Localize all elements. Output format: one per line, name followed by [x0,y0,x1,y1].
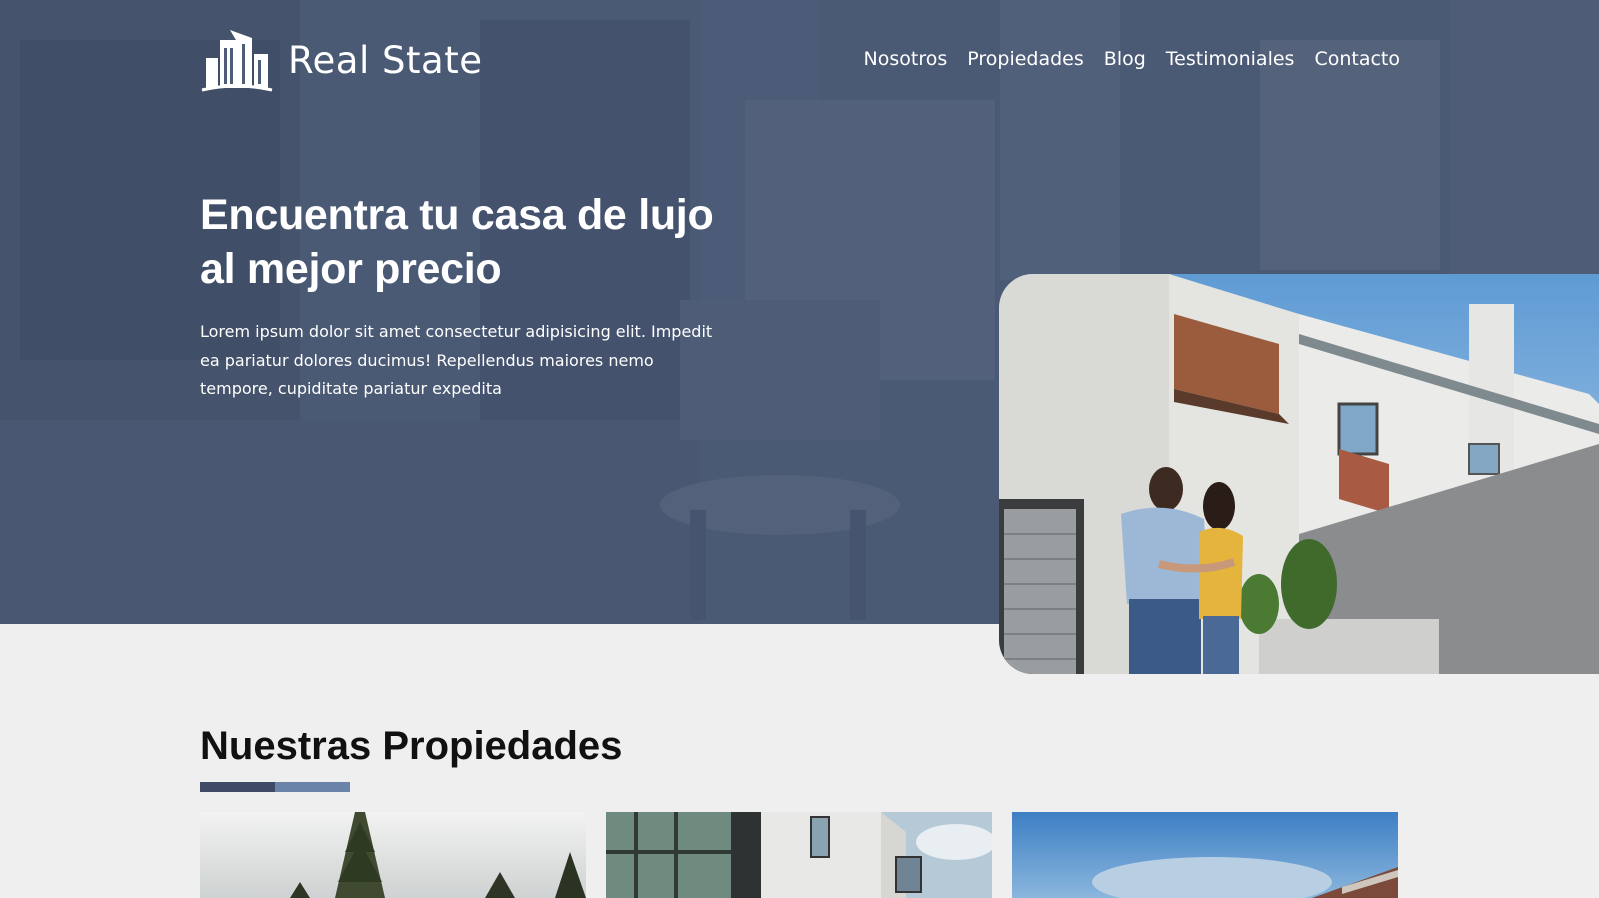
logo-link[interactable]: Real State [200,28,482,92]
nav-item-nosotros[interactable]: Nosotros [864,48,948,70]
property-card-1[interactable] [200,812,586,898]
forest-house-photo [200,812,586,898]
main-nav: Nosotros Propiedades Blog Testimoniales … [864,48,1400,70]
brand-name: Real State [288,38,483,82]
property-card-3[interactable] [1012,812,1398,898]
nav-item-propiedades[interactable]: Propiedades [967,48,1084,70]
site-header: Real State Nosotros Propiedades Blog Tes… [200,28,1400,92]
buildings-icon [201,30,273,92]
nav-item-contacto[interactable]: Contacto [1314,48,1400,70]
underline-dark [200,782,275,792]
hero-description: Lorem ipsum dolor sit amet consectetur a… [200,322,713,398]
section-title-light: Nuestras [200,724,372,768]
nav-item-blog[interactable]: Blog [1104,48,1146,70]
hero-house-photo [999,274,1599,674]
hero-title: Encuentra tu casa de lujo al mejor preci… [200,191,714,293]
property-card-2[interactable] [606,812,992,898]
sky-house-photo [1012,812,1398,898]
properties-section-title: Nuestras Propiedades [200,724,622,769]
nav-item-testimoniales[interactable]: Testimoniales [1166,48,1295,70]
property-cards [200,812,1400,898]
section-title-bold: Propiedades [382,724,623,768]
underline-light [275,782,350,792]
title-underline [200,782,350,792]
modern-building-photo [606,812,992,898]
